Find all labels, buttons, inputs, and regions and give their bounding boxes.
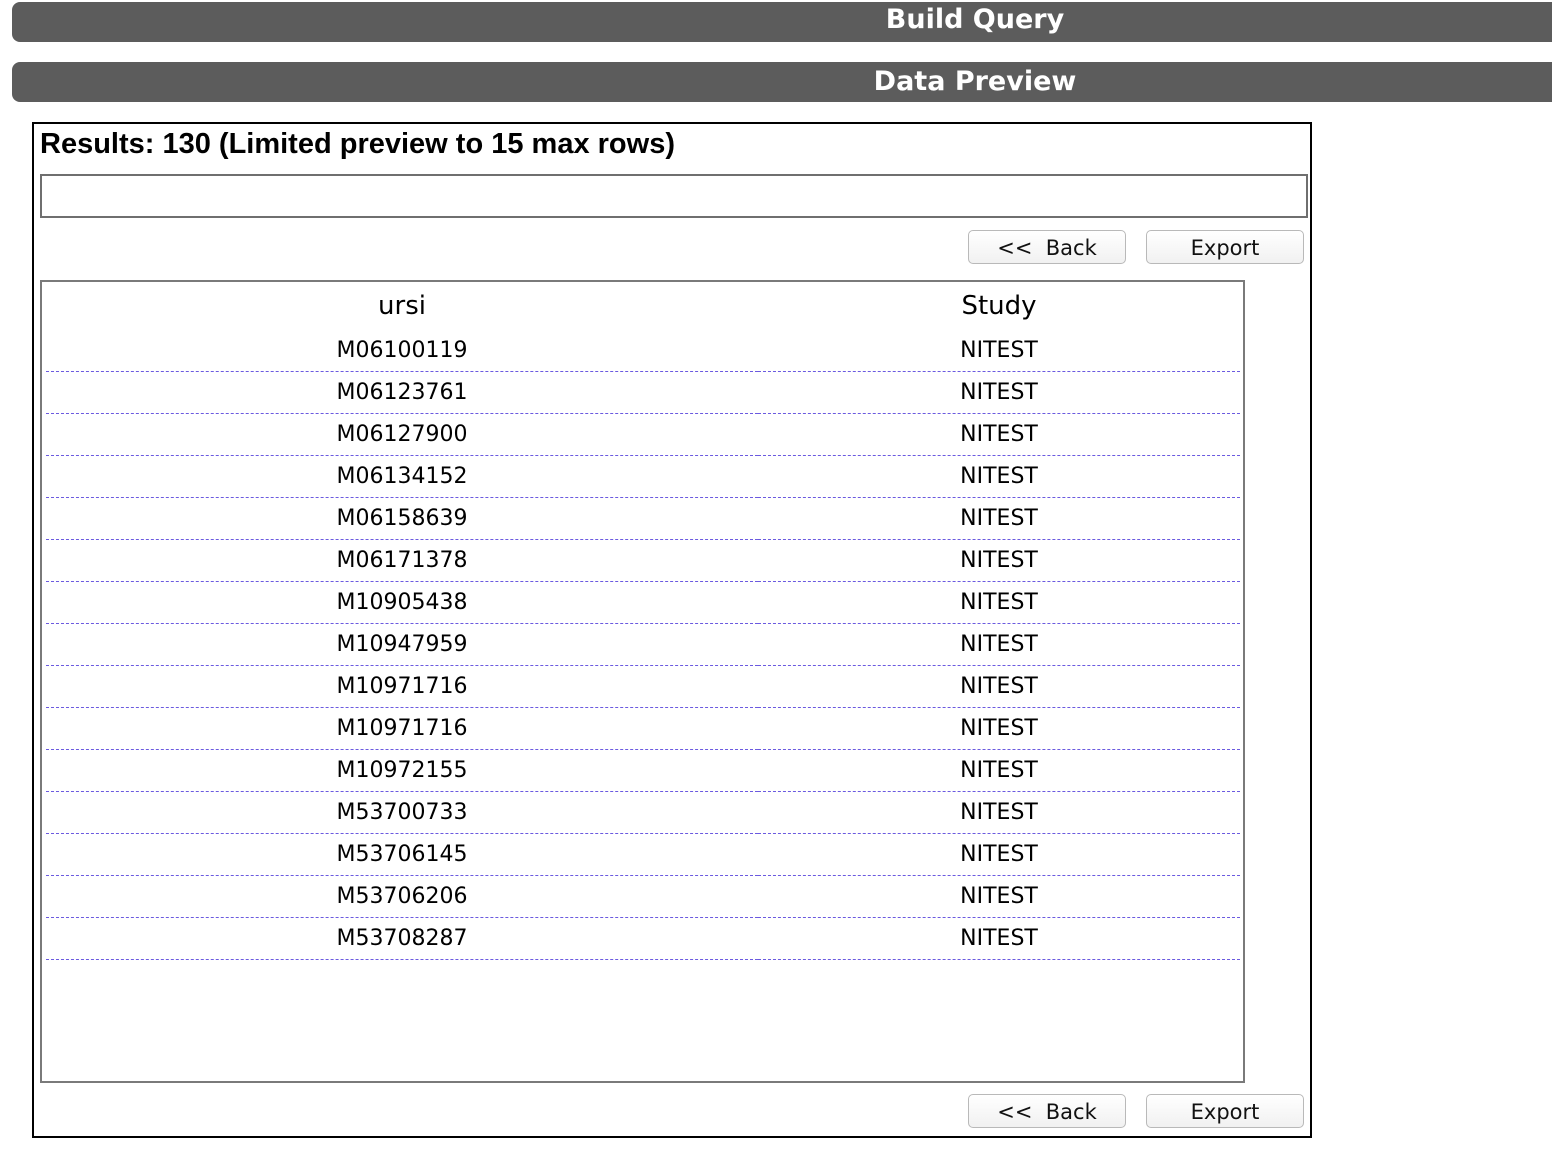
cell-ursi: M10905438 <box>46 581 758 624</box>
table-row: M10971716 NITEST <box>46 707 1240 750</box>
table-row: M06134152 NITEST <box>46 455 1240 498</box>
cell-study: NITEST <box>758 791 1240 834</box>
cell-ursi: M53706206 <box>46 875 758 918</box>
cell-ursi: M06123761 <box>46 371 758 414</box>
cell-study: NITEST <box>758 833 1240 876</box>
cell-study: NITEST <box>758 749 1240 792</box>
cell-ursi: M53708287 <box>46 917 758 960</box>
table-row: M06100119 NITEST <box>46 330 1240 372</box>
table-row: M53708287 NITEST <box>46 917 1240 960</box>
table-row: M06171378 NITEST <box>46 539 1240 582</box>
table-row: M06123761 NITEST <box>46 371 1240 414</box>
table-row: M10947959 NITEST <box>46 623 1240 666</box>
cell-study: NITEST <box>758 623 1240 666</box>
table-row: M53700733 NITEST <box>46 791 1240 834</box>
cell-ursi: M10971716 <box>46 665 758 708</box>
cell-ursi: M06127900 <box>46 413 758 456</box>
cell-study: NITEST <box>758 539 1240 582</box>
data-preview-bar[interactable]: Data Preview <box>12 62 1552 102</box>
cell-study: NITEST <box>758 917 1240 960</box>
cell-ursi: M10947959 <box>46 623 758 666</box>
table-header-row: ursi Study <box>46 282 1240 330</box>
cell-ursi: M06171378 <box>46 539 758 582</box>
back-button-bottom[interactable]: << Back <box>968 1094 1126 1128</box>
cell-ursi: M06134152 <box>46 455 758 498</box>
data-preview-label: Data Preview <box>873 66 1077 97</box>
cell-ursi: M53700733 <box>46 791 758 834</box>
table-row: M10972155 NITEST <box>46 749 1240 792</box>
column-header-study: Study <box>961 291 1037 321</box>
cell-study: NITEST <box>758 875 1240 918</box>
results-count-heading: Results: 130 (Limited preview to 15 max … <box>40 128 675 160</box>
table-row: M53706206 NITEST <box>46 875 1240 918</box>
cell-study: NITEST <box>758 581 1240 624</box>
cell-study: NITEST <box>758 413 1240 456</box>
cell-ursi: M53706145 <box>46 833 758 876</box>
cell-study: NITEST <box>758 707 1240 750</box>
data-preview-panel: Results: 130 (Limited preview to 15 max … <box>32 122 1312 1138</box>
table-row: M10971716 NITEST <box>46 665 1240 708</box>
cell-study: NITEST <box>758 371 1240 414</box>
build-query-bar[interactable]: Build Query <box>12 2 1552 42</box>
table-body: M06100119 NITEST M06123761 NITEST M06127900 N… <box>46 330 1240 960</box>
cell-ursi: M06100119 <box>46 330 758 372</box>
cell-ursi: M10972155 <box>46 749 758 792</box>
column-header-ursi: ursi <box>378 291 426 321</box>
export-button-top[interactable]: Export <box>1146 230 1304 264</box>
export-button-bottom[interactable]: Export <box>1146 1094 1304 1128</box>
table-row: M06158639 NITEST <box>46 497 1240 540</box>
table-row: M06127900 NITEST <box>46 413 1240 456</box>
cell-ursi: M06158639 <box>46 497 758 540</box>
results-table-frame[interactable]: ursi Study M06100119 NITEST M06123761 NITES… <box>40 280 1245 1083</box>
back-button-top[interactable]: << Back <box>968 230 1126 264</box>
cell-study: NITEST <box>758 665 1240 708</box>
message-box <box>40 174 1308 218</box>
build-query-label: Build Query <box>885 4 1065 35</box>
cell-ursi: M10971716 <box>46 707 758 750</box>
cell-study: NITEST <box>758 330 1240 372</box>
table-row: M10905438 NITEST <box>46 581 1240 624</box>
cell-study: NITEST <box>758 455 1240 498</box>
table-row: M53706145 NITEST <box>46 833 1240 876</box>
results-table: ursi Study M06100119 NITEST M06123761 NITES… <box>46 282 1240 960</box>
cell-study: NITEST <box>758 497 1240 540</box>
